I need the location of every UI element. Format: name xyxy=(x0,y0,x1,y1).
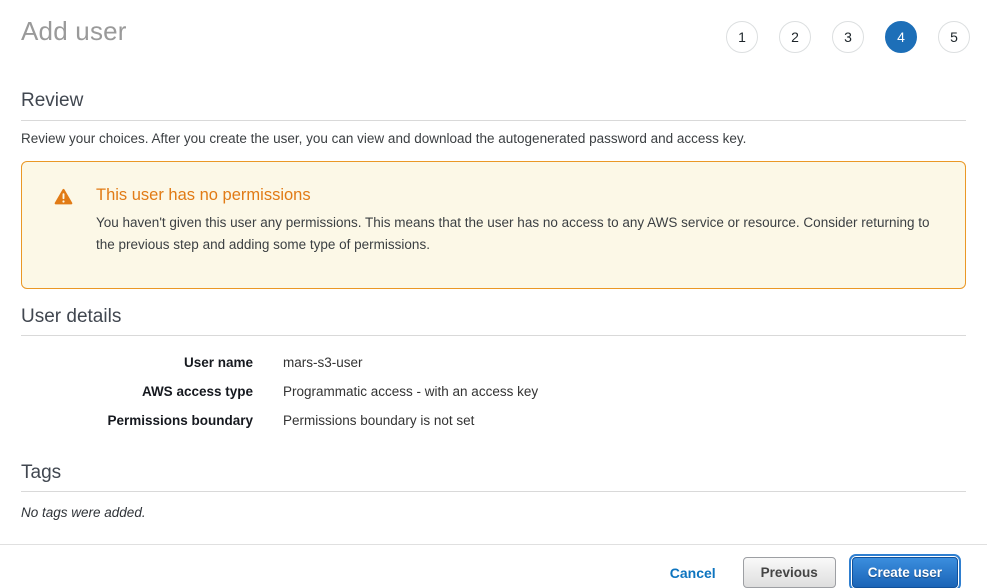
tags-section: Tags No tags were added. xyxy=(21,462,966,520)
access-type-label: AWS access type xyxy=(21,384,253,399)
step-3: 3 xyxy=(832,21,864,53)
review-description: Review your choices. After you create th… xyxy=(21,131,966,146)
step-1: 1 xyxy=(726,21,758,53)
user-name-value: mars-s3-user xyxy=(283,355,966,370)
cancel-button[interactable]: Cancel xyxy=(670,565,716,581)
no-permissions-warning: This user has no permissions You haven't… xyxy=(21,161,966,289)
review-section: Review Review your choices. After you cr… xyxy=(21,90,966,289)
page-title: Add user xyxy=(21,16,127,47)
step-5: 5 xyxy=(938,21,970,53)
warning-text: This user has no permissions You haven't… xyxy=(96,186,949,256)
previous-button[interactable]: Previous xyxy=(743,557,836,588)
permissions-boundary-value: Permissions boundary is not set xyxy=(283,413,966,428)
page-header: Add user 1 2 3 4 5 xyxy=(0,0,987,53)
tags-section-title: Tags xyxy=(21,462,966,492)
user-details-title: User details xyxy=(21,306,966,336)
access-type-value: Programmatic access - with an access key xyxy=(283,384,966,399)
table-row: User name mars-s3-user xyxy=(21,348,966,377)
warning-body: You haven't given this user any permissi… xyxy=(96,212,949,256)
user-details-section: User details User name mars-s3-user AWS … xyxy=(21,306,966,435)
tags-empty-message: No tags were added. xyxy=(21,505,966,520)
table-row: Permissions boundary Permissions boundar… xyxy=(21,406,966,435)
warning-title: This user has no permissions xyxy=(96,186,949,206)
wizard-footer: Cancel Previous Create user xyxy=(0,545,987,588)
table-row: AWS access type Programmatic access - wi… xyxy=(21,377,966,406)
review-section-title: Review xyxy=(21,90,966,121)
warning-triangle-icon xyxy=(54,188,73,210)
create-user-button[interactable]: Create user xyxy=(852,557,958,588)
main-content: Review Review your choices. After you cr… xyxy=(0,90,987,520)
user-details-rows: User name mars-s3-user AWS access type P… xyxy=(21,348,966,435)
step-2: 2 xyxy=(779,21,811,53)
step-indicator: 1 2 3 4 5 xyxy=(726,21,970,53)
user-name-label: User name xyxy=(21,355,253,370)
permissions-boundary-label: Permissions boundary xyxy=(21,413,253,428)
step-4-active: 4 xyxy=(885,21,917,53)
